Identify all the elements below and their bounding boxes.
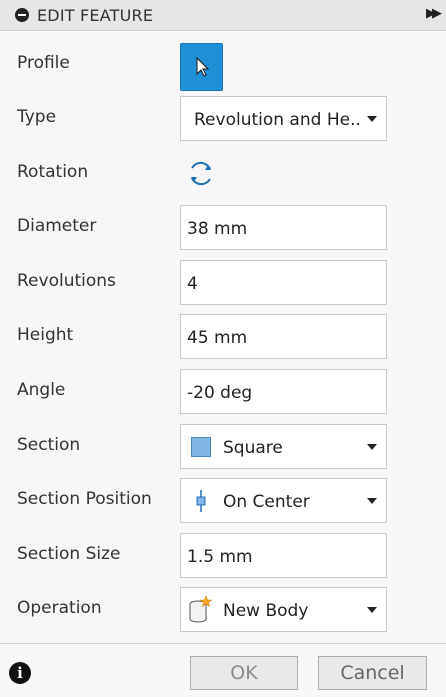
rotation-row: Rotation [0, 146, 446, 200]
chevron-down-icon [367, 116, 377, 122]
chevron-down-icon [367, 444, 377, 450]
new-body-icon [189, 595, 213, 623]
section-position-dropdown[interactable]: On Center [180, 478, 387, 523]
diameter-label: Diameter [17, 216, 97, 236]
revolutions-row: Revolutions 4 [0, 255, 446, 309]
height-input[interactable]: 45 mm [180, 314, 387, 359]
section-size-label: Section Size [17, 544, 121, 564]
cancel-button[interactable]: Cancel [318, 656, 427, 690]
collapse-icon[interactable] [15, 8, 29, 22]
operation-row: Operation New Body [0, 582, 446, 636]
angle-input[interactable]: -20 deg [180, 369, 387, 414]
section-row: Section Square [0, 419, 446, 473]
angle-value: -20 deg [187, 383, 253, 403]
footer-divider [0, 643, 446, 644]
revolutions-input[interactable]: 4 [180, 260, 387, 305]
height-label: Height [17, 325, 74, 345]
panel-header: EDIT FEATURE ▶▶ [0, 0, 446, 31]
section-dropdown[interactable]: Square [180, 424, 387, 469]
height-row: Height 45 mm [0, 309, 446, 363]
angle-row: Angle -20 deg [0, 364, 446, 418]
section-label: Section [17, 435, 81, 455]
operation-label: Operation [17, 598, 102, 618]
type-value: Revolution and He... [194, 110, 362, 130]
diameter-row: Diameter 38 mm [0, 200, 446, 254]
panel-title: EDIT FEATURE [37, 5, 154, 25]
chevron-down-icon [367, 607, 377, 613]
section-size-row: Section Size 1.5 mm [0, 528, 446, 582]
section-size-value: 1.5 mm [187, 547, 253, 567]
revolutions-value: 4 [187, 274, 198, 294]
profile-label: Profile [17, 53, 70, 73]
revolutions-label: Revolutions [17, 271, 116, 291]
rotation-icon[interactable] [186, 160, 216, 188]
diameter-input[interactable]: 38 mm [180, 205, 387, 250]
diameter-value: 38 mm [187, 219, 248, 239]
operation-dropdown[interactable]: New Body [180, 587, 387, 632]
section-position-value: On Center [223, 492, 310, 512]
section-size-input[interactable]: 1.5 mm [180, 533, 387, 578]
section-position-label: Section Position [17, 489, 152, 509]
info-icon[interactable]: i [9, 662, 31, 684]
type-dropdown[interactable]: Revolution and He... [180, 96, 387, 141]
section-position-row: Section Position On Center [0, 473, 446, 527]
section-position-icon [196, 490, 206, 512]
section-value: Square [223, 438, 283, 458]
angle-label: Angle [17, 380, 66, 400]
height-value: 45 mm [187, 328, 248, 348]
rotation-label: Rotation [17, 162, 89, 182]
operation-value: New Body [223, 601, 309, 621]
square-icon [191, 437, 211, 457]
profile-select-button[interactable] [180, 43, 223, 91]
chevron-down-icon [367, 498, 377, 504]
type-row: Type Revolution and He... [0, 91, 446, 145]
ok-button[interactable]: OK [190, 656, 298, 690]
profile-row: Profile [0, 37, 446, 91]
expand-panel-icon[interactable]: ▶▶ [426, 6, 442, 21]
cursor-arrow-icon [196, 56, 209, 77]
type-label: Type [17, 107, 57, 127]
